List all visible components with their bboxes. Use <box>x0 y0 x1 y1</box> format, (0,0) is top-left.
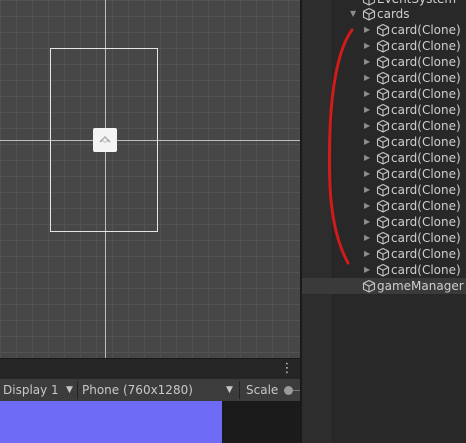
cube-icon <box>376 167 390 181</box>
triangle-right-icon[interactable]: ▶ <box>364 38 370 54</box>
hierarchy-item-gamemanager[interactable]: gameManager <box>302 278 466 294</box>
triangle-right-icon[interactable]: ▶ <box>364 214 370 230</box>
hierarchy-panel: EventSystem▼cards▶card(Clone)▶card(Clone… <box>302 0 466 443</box>
cube-icon <box>376 103 390 117</box>
hierarchy-item-card-clone[interactable]: ▶ card(Clone) <box>302 22 466 38</box>
transform-gizmo-icon[interactable] <box>93 128 117 152</box>
triangle-right-icon[interactable]: ▶ <box>364 118 370 134</box>
hierarchy-item-label: card(Clone) <box>391 103 461 117</box>
cube-icon <box>362 279 376 293</box>
cube-icon <box>376 71 390 85</box>
hierarchy-item-card-clone[interactable]: ▶ card(Clone) <box>302 102 466 118</box>
cube-icon <box>376 215 390 229</box>
hierarchy-item-label: cards <box>377 7 410 21</box>
cube-icon <box>376 247 390 261</box>
toolbar-divider <box>239 381 240 399</box>
triangle-right-icon[interactable]: ▶ <box>364 102 370 118</box>
scale-slider-track[interactable] <box>292 390 300 391</box>
cube-icon <box>376 135 390 149</box>
hierarchy-item-card-clone[interactable]: ▶ card(Clone) <box>302 54 466 70</box>
hierarchy-item-card-clone[interactable]: ▶ card(Clone) <box>302 150 466 166</box>
triangle-right-icon[interactable]: ▶ <box>364 182 370 198</box>
hierarchy-item-label: card(Clone) <box>391 71 461 85</box>
game-render-screen <box>0 401 222 443</box>
cube-icon <box>376 119 390 133</box>
cube-icon <box>376 39 390 53</box>
hierarchy-item-label: card(Clone) <box>391 199 461 213</box>
display-dropdown[interactable]: Display 1 ▼ <box>0 379 78 401</box>
triangle-right-icon[interactable]: ▶ <box>364 54 370 70</box>
cube-icon <box>376 231 390 245</box>
hierarchy-item-label: card(Clone) <box>391 39 461 53</box>
triangle-right-icon[interactable]: ▶ <box>364 22 370 38</box>
hierarchy-item-label: card(Clone) <box>391 87 461 101</box>
display-dropdown-label: Display 1 <box>3 383 59 397</box>
triangle-right-icon[interactable]: ▶ <box>364 134 370 150</box>
hierarchy-item-card-clone[interactable]: ▶ card(Clone) <box>302 70 466 86</box>
triangle-right-icon[interactable]: ▶ <box>364 262 370 278</box>
hierarchy-item-label: card(Clone) <box>391 119 461 133</box>
hierarchy-item-label: card(Clone) <box>391 247 461 261</box>
triangle-down-icon[interactable]: ▼ <box>350 6 356 22</box>
hierarchy-item-card-clone[interactable]: ▶ card(Clone) <box>302 198 466 214</box>
hierarchy-item-label: gameManager <box>377 279 464 293</box>
game-view-tab-bar: ⋮ <box>0 358 300 379</box>
hierarchy-item-label: card(Clone) <box>391 55 461 69</box>
hierarchy-item-label: card(Clone) <box>391 215 461 229</box>
hierarchy-item-card-clone[interactable]: ▶ card(Clone) <box>302 182 466 198</box>
scale-slider-handle[interactable] <box>284 386 293 395</box>
cube-icon <box>376 199 390 213</box>
hierarchy-item-label: card(Clone) <box>391 231 461 245</box>
toolbar-divider <box>77 381 78 399</box>
cube-icon <box>376 55 390 69</box>
hierarchy-item-label: card(Clone) <box>391 135 461 149</box>
triangle-right-icon[interactable]: ▶ <box>364 70 370 86</box>
hierarchy-item-card-clone[interactable]: ▶ card(Clone) <box>302 134 466 150</box>
resolution-dropdown[interactable]: Phone (760x1280) ▼ <box>79 379 239 401</box>
hierarchy-item-card-clone[interactable]: ▶ card(Clone) <box>302 166 466 182</box>
hierarchy-item-label: card(Clone) <box>391 167 461 181</box>
hierarchy-item-card-clone[interactable]: ▶ card(Clone) <box>302 262 466 278</box>
scale-label: Scale <box>246 383 279 397</box>
hierarchy-item-card-clone[interactable]: ▶ card(Clone) <box>302 118 466 134</box>
cube-icon <box>376 183 390 197</box>
scene-view[interactable] <box>0 0 300 358</box>
cube-icon <box>376 87 390 101</box>
hierarchy-item-label: card(Clone) <box>391 263 461 277</box>
triangle-right-icon[interactable]: ▶ <box>364 246 370 262</box>
hierarchy-item-card-clone[interactable]: ▶ card(Clone) <box>302 38 466 54</box>
hierarchy-item-label: card(Clone) <box>391 183 461 197</box>
hierarchy-item-card-clone[interactable]: ▶ card(Clone) <box>302 246 466 262</box>
triangle-right-icon[interactable]: ▶ <box>364 86 370 102</box>
cube-icon <box>376 151 390 165</box>
hierarchy-item-card-clone[interactable]: ▶ card(Clone) <box>302 86 466 102</box>
game-view-toolbar: Display 1 ▼ Phone (760x1280) ▼ Scale <box>0 379 300 402</box>
hierarchy-item-label: card(Clone) <box>391 23 461 37</box>
cube-icon <box>376 263 390 277</box>
hierarchy-item-cards[interactable]: ▼ cards <box>302 6 466 22</box>
caret-down-icon: ▼ <box>226 385 233 395</box>
kebab-menu-icon[interactable]: ⋮ <box>280 362 294 376</box>
hierarchy-item-card-clone[interactable]: ▶ card(Clone) <box>302 214 466 230</box>
triangle-right-icon[interactable]: ▶ <box>364 230 370 246</box>
caret-down-icon: ▼ <box>66 385 73 395</box>
triangle-right-icon[interactable]: ▶ <box>364 166 370 182</box>
triangle-right-icon[interactable]: ▶ <box>364 198 370 214</box>
hierarchy-item-label: card(Clone) <box>391 151 461 165</box>
triangle-right-icon[interactable]: ▶ <box>364 150 370 166</box>
resolution-dropdown-label: Phone (760x1280) <box>82 383 193 397</box>
cube-icon <box>362 7 376 21</box>
cube-icon <box>376 23 390 37</box>
hierarchy-item-card-clone[interactable]: ▶ card(Clone) <box>302 230 466 246</box>
game-view[interactable] <box>0 401 300 443</box>
